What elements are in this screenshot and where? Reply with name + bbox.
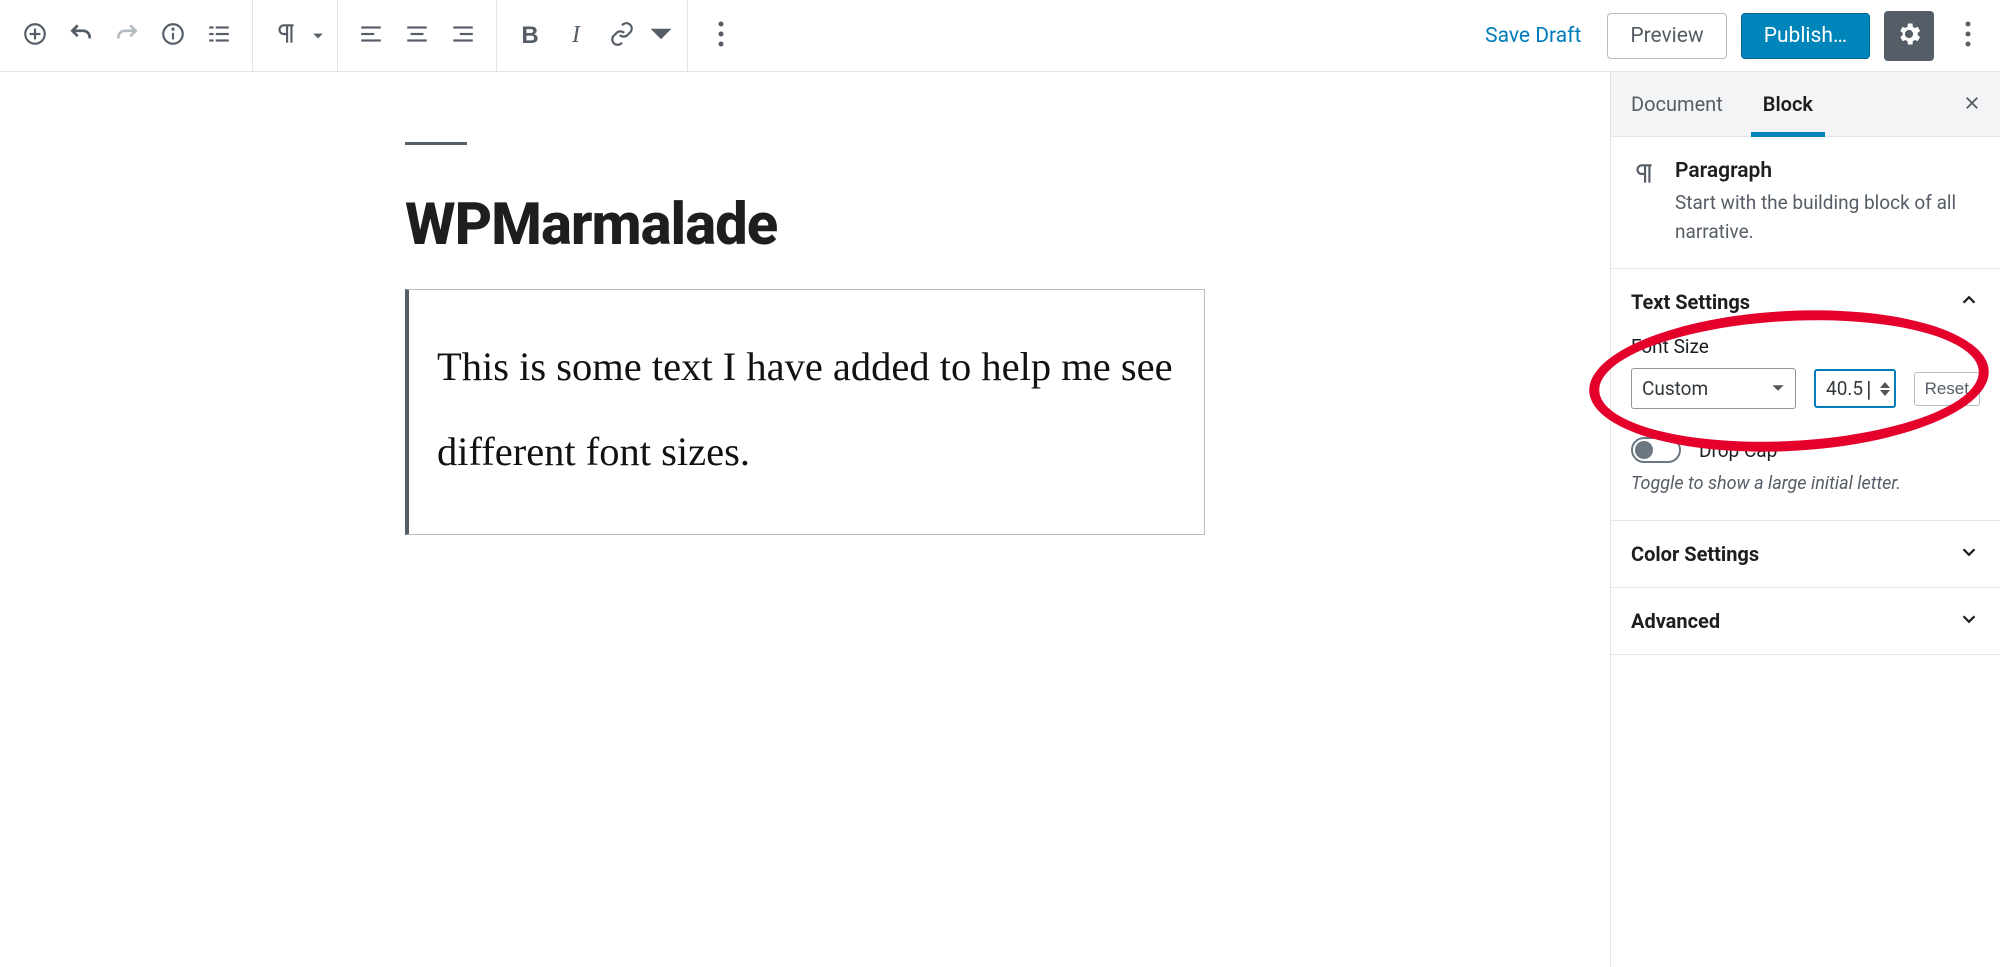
info-icon (160, 21, 186, 50)
advanced-header[interactable]: Advanced (1611, 588, 2000, 654)
align-center-icon (404, 21, 430, 50)
block-more-options-button[interactable] (698, 13, 744, 59)
preview-button[interactable]: Preview (1607, 13, 1726, 59)
text-cursor: | (1863, 378, 1874, 400)
change-block-type-button[interactable] (263, 13, 309, 59)
color-settings-header[interactable]: Color Settings (1611, 521, 2000, 587)
save-draft-button[interactable]: Save Draft (1473, 16, 1593, 56)
bold-button[interactable]: B (507, 13, 553, 59)
paragraph-icon (273, 21, 299, 50)
bold-icon: B (521, 22, 538, 50)
close-sidebar-button[interactable] (1950, 82, 1994, 126)
more-richtext-controls-button[interactable] (645, 13, 677, 59)
top-toolbar: B I Save Draft Preview Publish… (0, 0, 2000, 72)
editor-canvas[interactable]: WPMarmalade This is some text I have add… (0, 72, 1610, 967)
gear-icon (1895, 20, 1923, 51)
dropcap-help-text: Toggle to show a large initial letter. (1631, 473, 1980, 494)
toolbar-separator (337, 0, 338, 71)
caret-down-icon[interactable] (309, 30, 327, 42)
chevron-down-icon (1958, 541, 1980, 567)
undo-button[interactable] (58, 13, 104, 59)
advanced-title: Advanced (1631, 609, 1720, 633)
caret-down-icon (648, 21, 674, 50)
tab-block[interactable]: Block (1743, 72, 1833, 136)
font-size-number-value: 40.5 (1826, 377, 1863, 400)
ellipsis-vertical-icon (1965, 21, 1971, 50)
block-navigation-button[interactable] (196, 13, 242, 59)
panel-text-settings: Text Settings Font Size Custom 40.5| (1611, 269, 2000, 521)
undo-icon (68, 21, 94, 50)
sidebar: Document Block Paragraph Start with the … (1610, 72, 2000, 967)
toolbar-separator (496, 0, 497, 71)
panel-block-card: Paragraph Start with the building block … (1611, 137, 2000, 269)
align-right-icon (450, 21, 476, 50)
content-structure-icon (206, 21, 232, 50)
block-drag-handle[interactable] (405, 142, 467, 145)
dropcap-label: Drop Cap (1699, 439, 1777, 462)
add-block-icon (22, 21, 48, 50)
caret-down-icon (1771, 377, 1785, 400)
italic-button[interactable]: I (553, 13, 599, 59)
text-settings-title: Text Settings (1631, 290, 1750, 314)
panel-color-settings: Color Settings (1611, 521, 2000, 588)
editor-more-menu-button[interactable] (1948, 11, 1988, 61)
redo-button[interactable] (104, 13, 150, 59)
paragraph-icon (1631, 159, 1657, 246)
block-card-description: Start with the building block of all nar… (1675, 189, 1980, 246)
settings-toggle-button[interactable] (1884, 11, 1934, 61)
align-right-button[interactable] (440, 13, 486, 59)
toolbar-group-block-type (257, 0, 333, 71)
align-center-button[interactable] (394, 13, 440, 59)
panel-advanced: Advanced (1611, 588, 2000, 655)
toolbar-separator (252, 0, 253, 71)
dropcap-toggle[interactable] (1631, 437, 1681, 463)
toolbar-group-more (692, 0, 750, 71)
text-settings-header[interactable]: Text Settings (1611, 269, 2000, 335)
font-size-number-input[interactable]: 40.5| (1814, 369, 1896, 408)
top-actions: Save Draft Preview Publish… (1473, 11, 1992, 61)
tab-document[interactable]: Document (1611, 72, 1743, 136)
content-info-button[interactable] (150, 13, 196, 59)
toolbar-separator (687, 0, 688, 71)
post-title[interactable]: WPMarmalade (405, 191, 1205, 259)
publish-button[interactable]: Publish… (1741, 13, 1870, 59)
sidebar-tabs: Document Block (1611, 72, 2000, 137)
paragraph-block[interactable]: This is some text I have added to help m… (405, 289, 1205, 535)
font-size-preset-select[interactable]: Custom (1631, 368, 1796, 409)
link-icon (609, 21, 635, 50)
align-left-icon (358, 21, 384, 50)
align-left-button[interactable] (348, 13, 394, 59)
italic-icon: I (572, 22, 580, 49)
toolbar-group-inline: B I (501, 0, 683, 71)
link-button[interactable] (599, 13, 645, 59)
block-card-title: Paragraph (1675, 159, 1980, 183)
font-size-reset-button[interactable]: Reset (1914, 372, 1980, 406)
font-size-preset-value: Custom (1642, 377, 1708, 400)
chevron-down-icon (1958, 608, 1980, 634)
color-settings-title: Color Settings (1631, 542, 1759, 566)
redo-icon (114, 21, 140, 50)
ellipsis-vertical-icon (708, 21, 734, 50)
toolbar-group-editor (6, 0, 248, 71)
close-icon (1963, 94, 1981, 115)
add-block-button[interactable] (12, 13, 58, 59)
toolbar-group-alignment (342, 0, 492, 71)
font-size-label: Font Size (1631, 335, 1980, 358)
number-spinner[interactable] (1880, 381, 1890, 397)
chevron-up-icon (1958, 289, 1980, 315)
